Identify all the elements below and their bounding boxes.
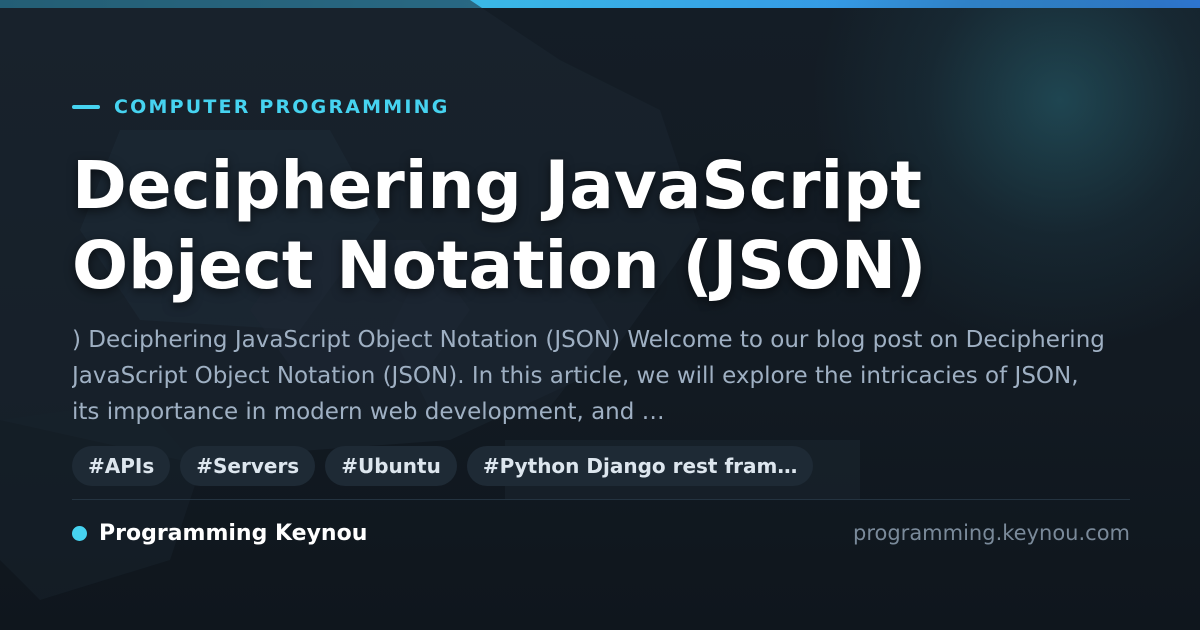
- dot-icon: [72, 525, 87, 541]
- tag-servers[interactable]: #Servers: [180, 446, 316, 486]
- accent-line-icon: [72, 105, 100, 109]
- brand-name: Programming Keynou: [99, 520, 368, 546]
- category-kicker: COMPUTER PROGRAMMING: [72, 92, 1132, 122]
- post-title: Deciphering JavaScript Object Notation (…: [72, 147, 927, 304]
- tag-list: #APIs #Servers #Ubuntu #Python Django re…: [72, 446, 1132, 486]
- tag-python-django[interactable]: #Python Django rest fram…: [466, 446, 814, 486]
- tag-apis[interactable]: #APIs: [72, 446, 171, 486]
- site-domain: programming.keynou.com: [853, 521, 1130, 545]
- category-label: COMPUTER PROGRAMMING: [114, 96, 450, 118]
- tag-ubuntu[interactable]: #Ubuntu: [325, 446, 457, 486]
- card-content: COMPUTER PROGRAMMING Deciphering JavaScr…: [72, 92, 1132, 486]
- brand: Programming Keynou: [72, 521, 367, 546]
- social-card: COMPUTER PROGRAMMING Deciphering JavaScr…: [0, 0, 1200, 630]
- card-footer: Programming Keynou programming.keynou.co…: [72, 512, 1130, 554]
- footer-divider: [72, 499, 1130, 500]
- post-excerpt: ) Deciphering JavaScript Object Notation…: [72, 327, 1105, 425]
